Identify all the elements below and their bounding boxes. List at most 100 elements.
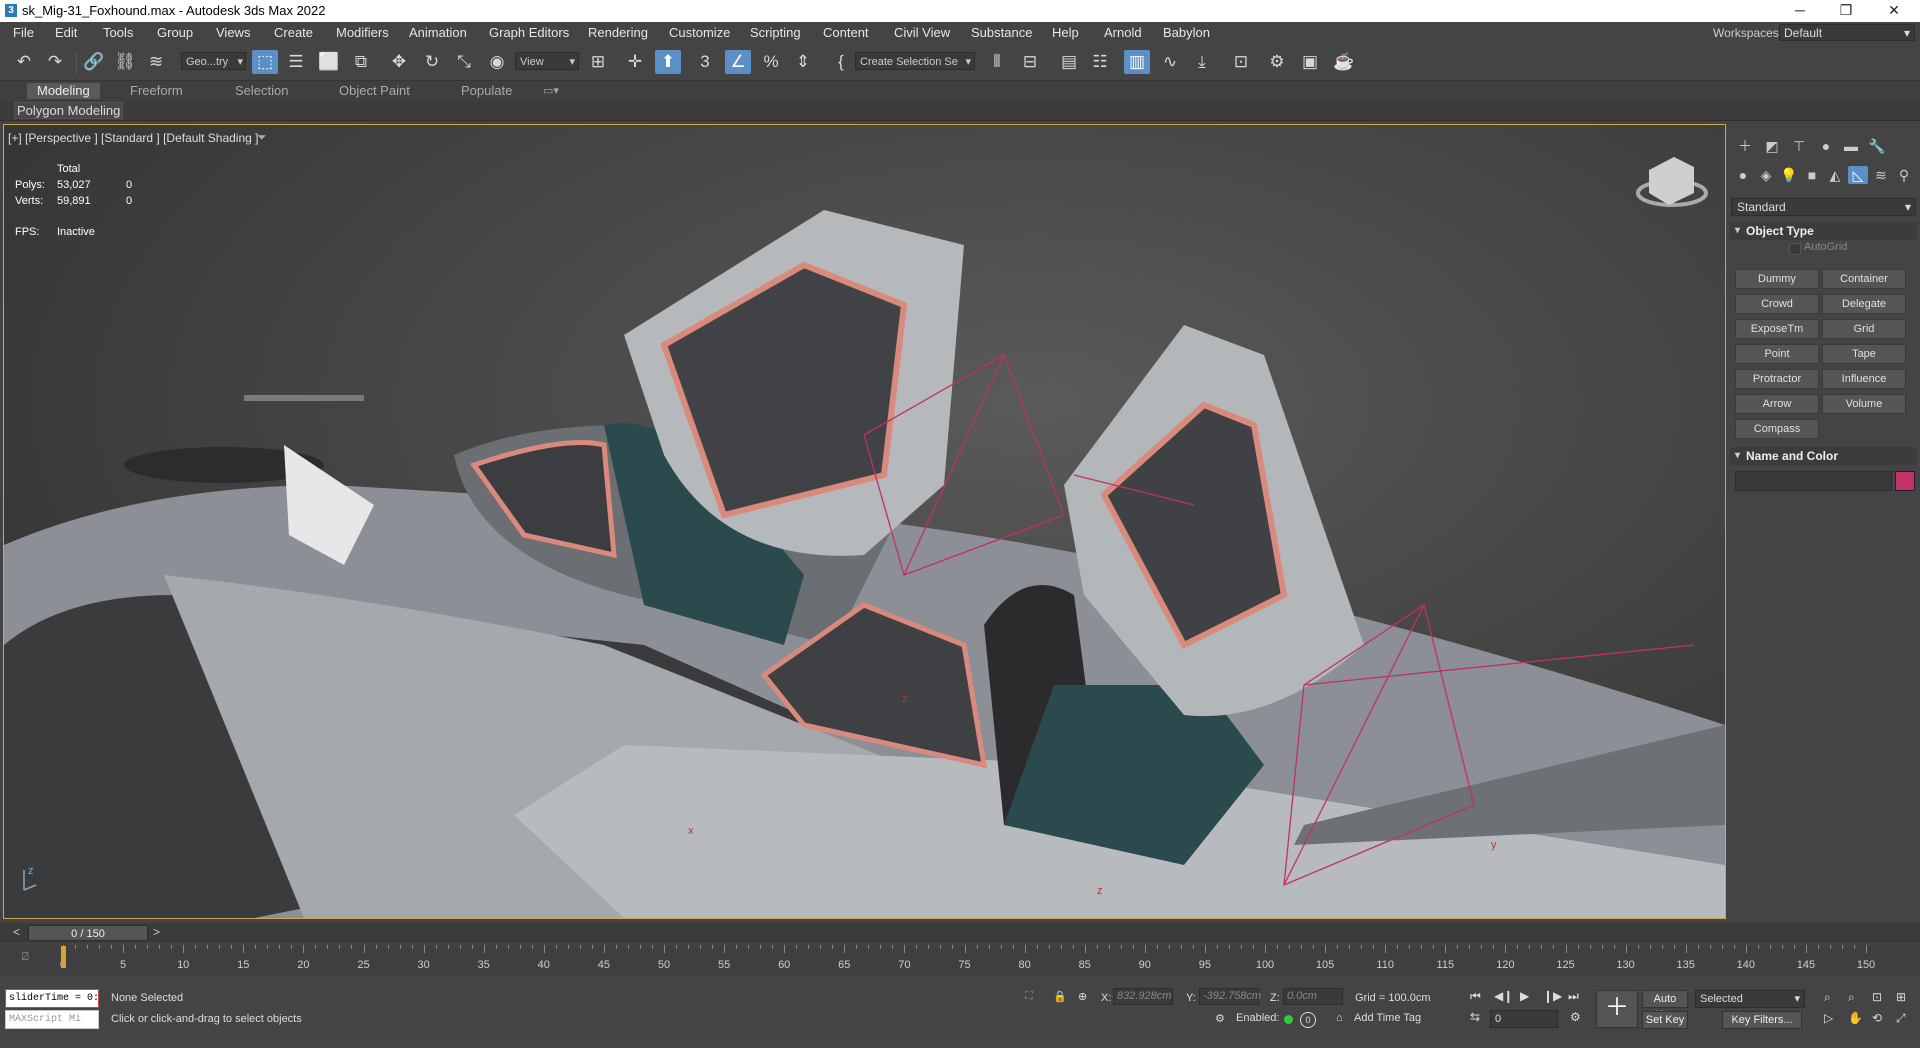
redo-icon[interactable]: ↷ (42, 50, 68, 74)
protractor-button[interactable]: Protractor (1735, 369, 1819, 389)
maxscript-listener-line[interactable]: sliderTime = 0: (5, 989, 99, 1008)
time-tag-counter-icon[interactable]: 0 (1300, 1012, 1316, 1028)
utilities-tab-icon[interactable]: 🔧 (1867, 137, 1887, 155)
adaptive-degradation-icon[interactable]: ⚙ (1215, 1012, 1225, 1025)
manipulate-icon[interactable]: ✛ (622, 50, 648, 74)
align-icon[interactable]: ⊟ (1017, 50, 1043, 74)
toggle-ribbon-icon[interactable]: ▥ (1124, 50, 1150, 74)
curve-editor-mini-icon[interactable]: ⍁ (22, 951, 29, 964)
autogrid-checkbox[interactable] (1789, 243, 1801, 255)
cameras-icon[interactable]: ■ (1802, 166, 1822, 184)
rectangle-selection-icon[interactable]: ⬜ (316, 50, 342, 74)
time-slider-thumb[interactable]: 0 / 150 (28, 925, 148, 941)
ribbon-options-icon[interactable]: ▭▾ (543, 83, 559, 99)
restore-button[interactable]: ❐ (1823, 0, 1869, 22)
select-rotate-icon[interactable]: ↻ (419, 50, 445, 74)
tab-freeform[interactable]: Freeform (130, 83, 183, 99)
modify-tab-icon[interactable]: ◩ (1762, 137, 1782, 155)
menu-help[interactable]: Help (1052, 25, 1079, 40)
snaps-toggle-icon[interactable]: 3 (692, 50, 718, 74)
zoom-icon[interactable]: ⌕ (1824, 990, 1831, 1005)
geometry-icon[interactable]: ● (1733, 166, 1753, 184)
time-tag-icon[interactable]: ⌂ (1336, 1012, 1343, 1024)
time-prev-button[interactable]: < (13, 925, 20, 939)
mirror-icon[interactable]: ⫴ (984, 50, 1010, 74)
space-warps-icon[interactable]: ≋ (1871, 166, 1891, 184)
edit-named-selection-icon[interactable]: { (828, 50, 854, 74)
orbit-icon[interactable]: ⟲ (1872, 1011, 1882, 1025)
scene-explorer-icon[interactable]: ▤ (1056, 50, 1082, 74)
menu-graph-editors[interactable]: Graph Editors (489, 25, 569, 40)
workspaces-dropdown[interactable]: Default ▾ (1779, 24, 1915, 41)
minimize-button[interactable]: ─ (1777, 0, 1823, 22)
tab-modeling[interactable]: Modeling (27, 83, 100, 99)
reference-coord-dropdown[interactable]: View ▾ (515, 52, 579, 70)
menu-civil-view[interactable]: Civil View (894, 25, 950, 40)
percent-snap-icon[interactable]: % (758, 50, 784, 74)
named-selection-dropdown[interactable]: Create Selection Se ▾ (855, 52, 975, 70)
enabled-indicator[interactable] (1284, 1015, 1293, 1024)
pivot-center-icon[interactable]: ⊞ (585, 50, 611, 74)
maximize-viewport-icon[interactable]: ⤢ (1896, 1011, 1906, 1026)
play-icon[interactable]: ▶ (1520, 989, 1529, 1003)
key-mode-toggle-icon[interactable]: ⇆ (1470, 1010, 1480, 1024)
object-type-rollout[interactable]: Object Type (1730, 222, 1917, 240)
menu-scripting[interactable]: Scripting (750, 25, 801, 40)
key-mode-dropdown[interactable]: Selected ▾ (1695, 990, 1805, 1008)
x-coordinate-field[interactable]: 832.928cm (1113, 988, 1173, 1005)
goto-end-icon[interactable]: ⏭ (1568, 989, 1579, 1004)
select-by-name-icon[interactable]: ☰ (283, 50, 309, 74)
helpers-icon[interactable]: ◭ (1825, 166, 1845, 184)
unlink-icon[interactable]: ⛓ (112, 50, 138, 74)
perspective-viewport[interactable]: [+] [Perspective ] [Standard ] [Default … (3, 124, 1726, 919)
select-scale-icon[interactable]: ⤡ (451, 50, 477, 74)
curve-editor-icon[interactable]: ∿ (1157, 50, 1183, 74)
display-tab-icon[interactable]: ▬ (1841, 137, 1861, 155)
menu-substance[interactable]: Substance (971, 25, 1032, 40)
window-crossing-icon[interactable]: ⧉ (348, 50, 374, 74)
exposetm-button[interactable]: ExposeTm (1735, 319, 1819, 339)
menu-views[interactable]: Views (216, 25, 250, 40)
menu-modifiers[interactable]: Modifiers (336, 25, 389, 40)
set-key-button[interactable]: Set Key (1642, 1011, 1688, 1029)
influence-button[interactable]: Influence (1822, 369, 1906, 389)
tab-populate[interactable]: Populate (461, 83, 512, 99)
lock-icon[interactable]: 🔒 (1053, 990, 1067, 1003)
maxscript-mini-input[interactable]: MAXScript Mi (5, 1010, 99, 1029)
tab-object-paint[interactable]: Object Paint (339, 83, 410, 99)
goto-start-icon[interactable]: ⏮ (1470, 989, 1481, 1004)
track-bar[interactable]: ⍁ 05101520253035404550556065707580859095… (0, 945, 1920, 977)
angle-snap-icon[interactable]: ∠ (725, 50, 751, 74)
menu-content[interactable]: Content (823, 25, 869, 40)
container-button[interactable]: Container (1822, 269, 1906, 289)
layer-explorer-icon[interactable]: ☷ (1087, 50, 1113, 74)
set-key-big-button[interactable]: ＋ (1596, 990, 1638, 1028)
menu-rendering[interactable]: Rendering (588, 25, 648, 40)
menu-customize[interactable]: Customize (669, 25, 730, 40)
isolate-icon[interactable]: ⛶ (1025, 990, 1033, 1003)
bind-space-warp-icon[interactable]: ≋ (143, 50, 169, 74)
material-editor-icon[interactable]: ⊡ (1228, 50, 1254, 74)
zoom-extents-all-icon[interactable]: ⊞ (1896, 990, 1906, 1004)
menu-tools[interactable]: Tools (103, 25, 133, 40)
menu-file[interactable]: File (13, 25, 34, 40)
object-name-input[interactable] (1735, 471, 1892, 491)
menu-group[interactable]: Group (157, 25, 193, 40)
y-coordinate-field[interactable]: -392.758cm (1199, 988, 1261, 1005)
shapes-icon[interactable]: ◈ (1756, 166, 1776, 184)
auto-key-button[interactable]: Auto Key (1642, 990, 1688, 1021)
rendered-frame-icon[interactable]: ▣ (1297, 50, 1323, 74)
lights-icon[interactable]: 💡 (1779, 166, 1799, 184)
dummy-button[interactable]: Dummy (1735, 269, 1819, 289)
select-object-icon[interactable]: ⬚ (252, 50, 278, 74)
time-config-icon[interactable]: ⚙ (1570, 1010, 1581, 1024)
menu-create[interactable]: Create (274, 25, 313, 40)
undo-icon[interactable]: ↶ (11, 50, 37, 74)
previous-frame-icon[interactable]: ◀❙ (1494, 989, 1513, 1003)
placement-icon[interactable]: ◉ (484, 50, 510, 74)
helpers-active-icon[interactable]: ◺ (1848, 166, 1868, 184)
key-filters-button[interactable]: Key Filters... (1722, 1011, 1802, 1029)
filter-icon[interactable]: ⏷ (257, 130, 267, 145)
name-and-color-rollout[interactable]: Name and Color (1730, 447, 1917, 465)
hierarchy-tab-icon[interactable]: ⊤ (1789, 137, 1809, 155)
